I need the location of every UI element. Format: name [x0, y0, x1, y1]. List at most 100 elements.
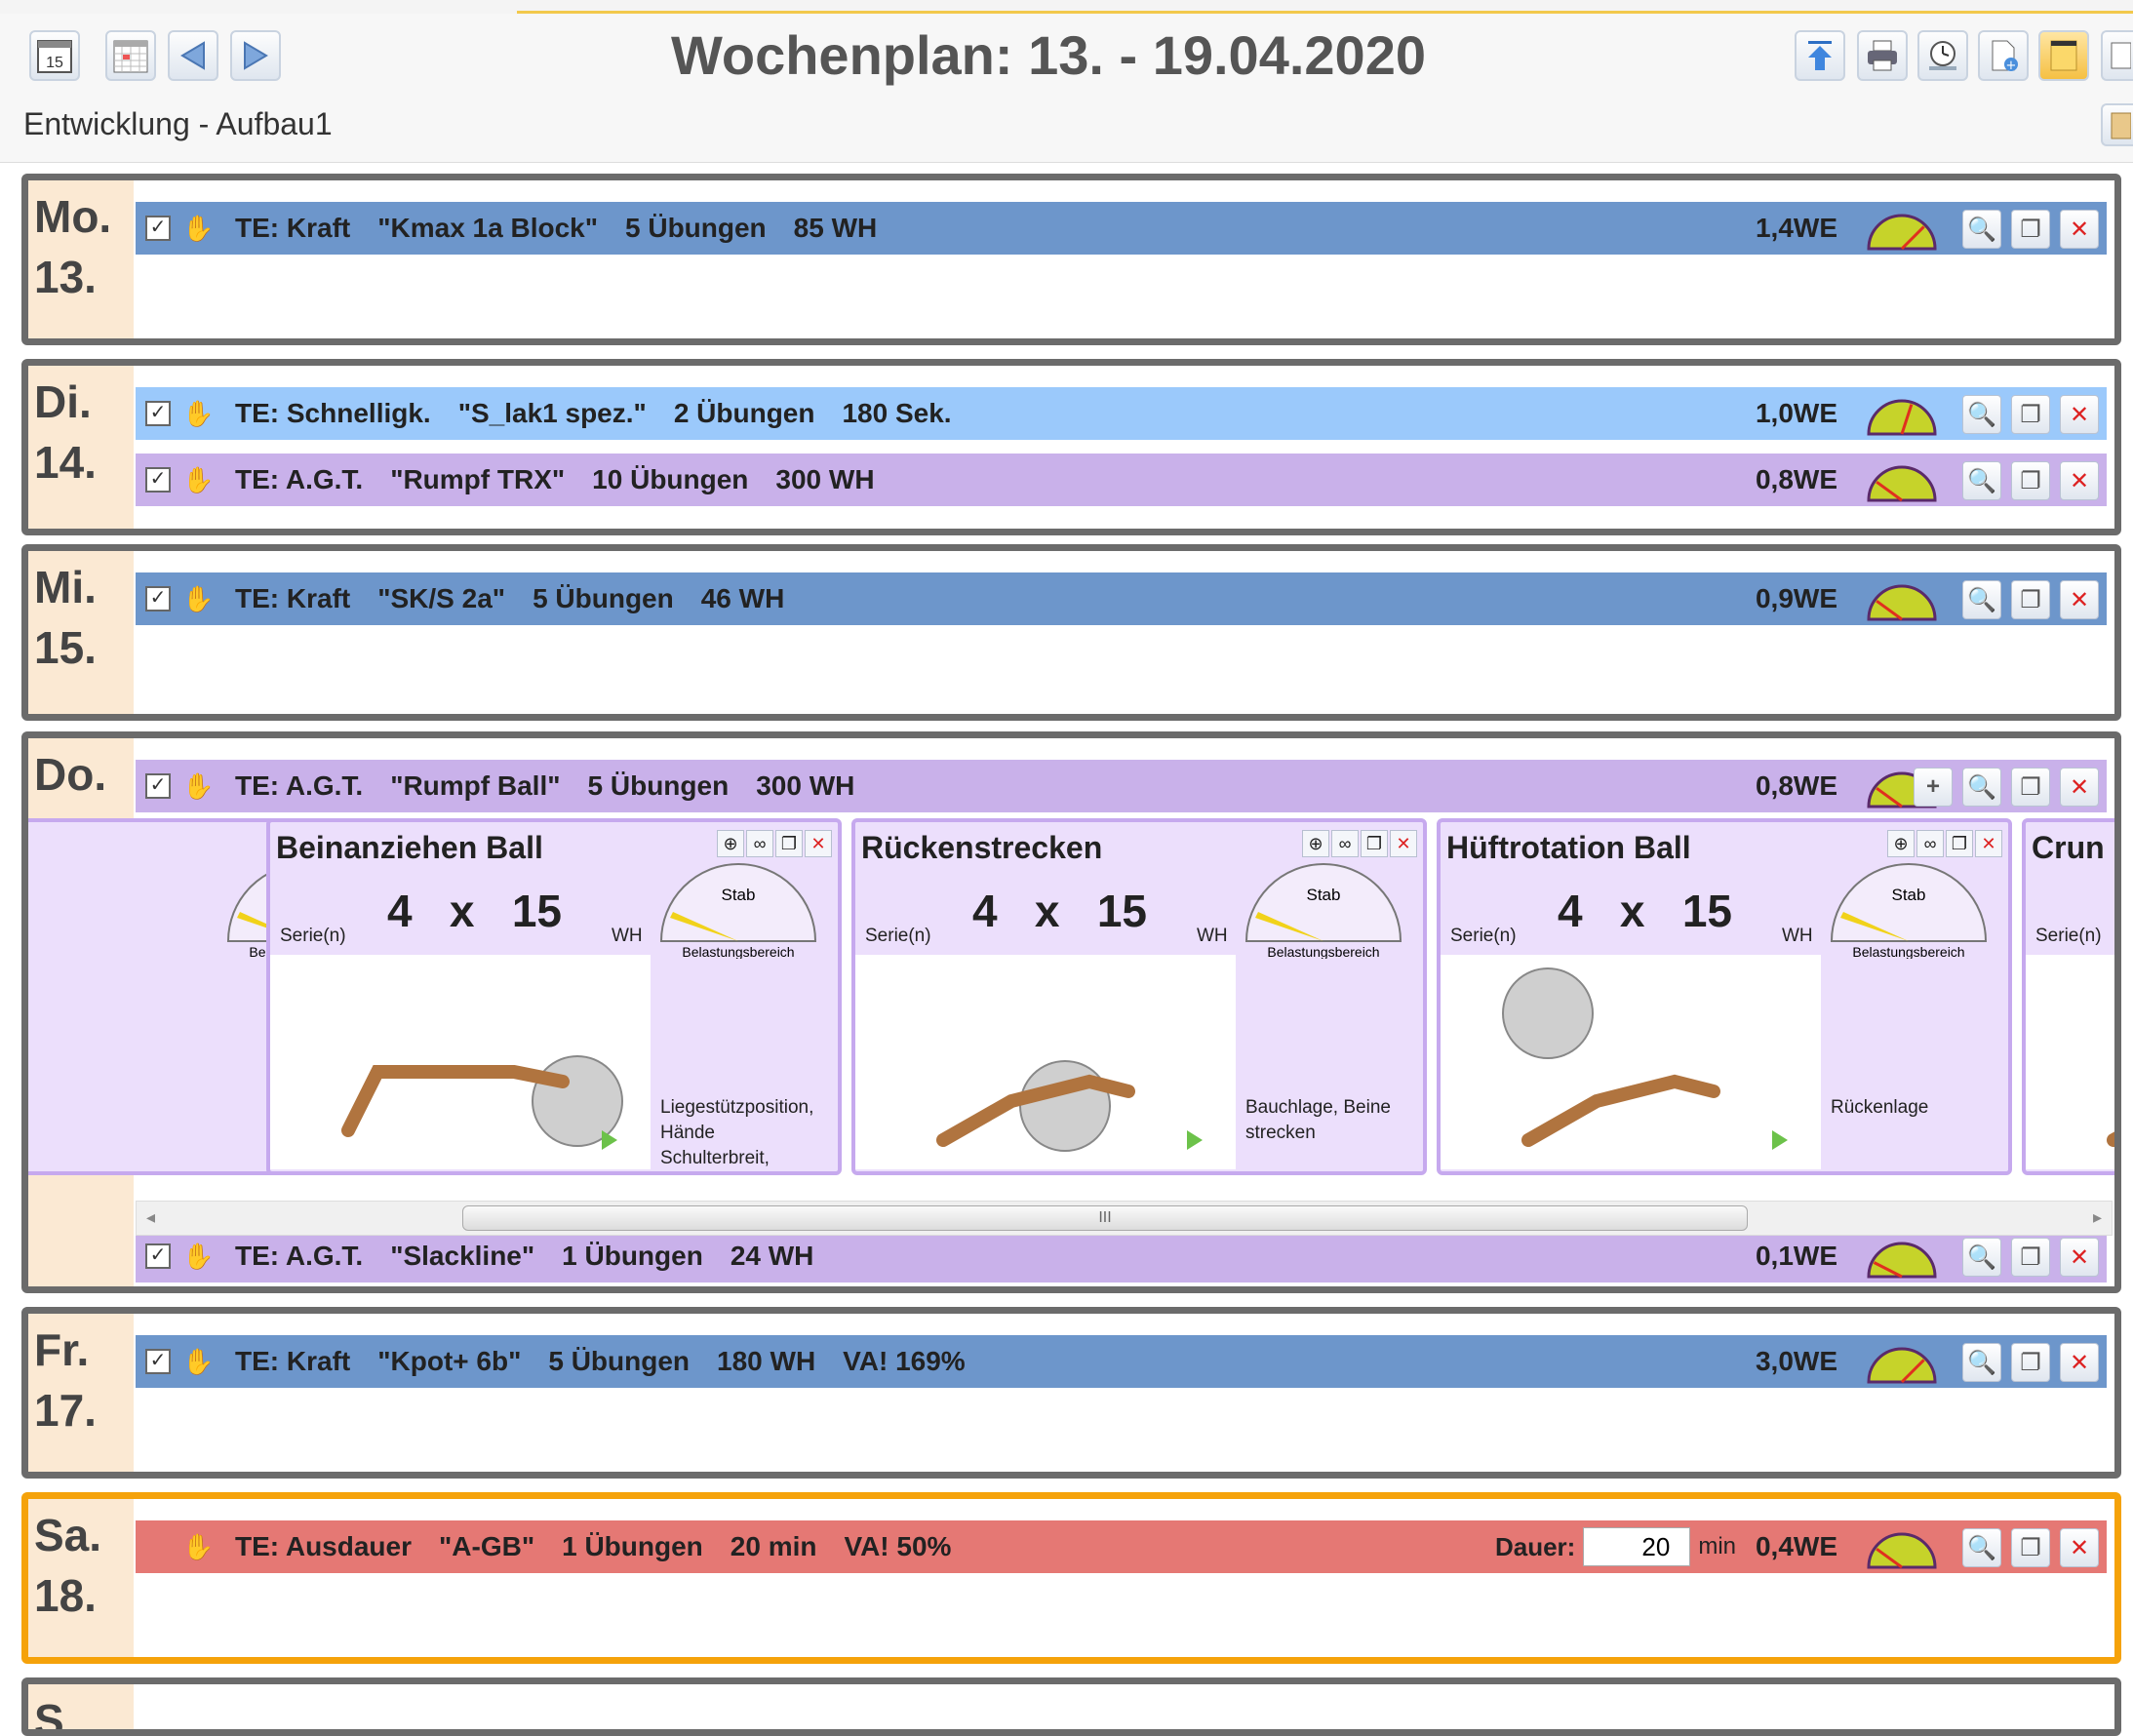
training-unit-bar[interactable]: ✓ ✋ TE: Schnelligk. "S_lak1 spez." 2 Übungen…: [136, 387, 2107, 440]
close-icon[interactable]: ✕: [1975, 830, 2002, 857]
zoom-in-icon[interactable]: ⊕: [1302, 830, 1329, 857]
month-calendar-button[interactable]: [105, 30, 156, 81]
exercise-card[interactable]: Beinanziehen Ball ⊕ ∞ ❐ ✕ Serie(n) 4 x 15 WH Sta…: [266, 818, 842, 1175]
scroll-right-icon[interactable]: ▸: [2093, 1207, 2102, 1228]
zoom-in-icon[interactable]: ⊕: [717, 830, 744, 857]
unit-checkbox[interactable]: ✓: [145, 1349, 171, 1374]
copy-button[interactable]: ❐: [2011, 461, 2050, 500]
training-unit-bar[interactable]: ✓ ✋ TE: Kraft "Kpot+ 6b" 5 Übungen 180 WH VA! …: [136, 1335, 2107, 1388]
notes-button[interactable]: [2038, 30, 2089, 81]
next-week-button[interactable]: [230, 30, 281, 81]
magnifier-icon: 🔍: [1967, 401, 1996, 428]
unit-checkbox[interactable]: ✓: [145, 586, 171, 612]
search-button[interactable]: 🔍: [1962, 580, 2001, 619]
magnifier-icon: 🔍: [1967, 1243, 1996, 1271]
unit-volume: 85 WH: [793, 213, 878, 243]
add-exercise-button[interactable]: +: [1914, 768, 1953, 807]
upload-button[interactable]: [1795, 30, 1845, 81]
binoculars-icon[interactable]: ∞: [746, 830, 773, 857]
delete-button[interactable]: ✕: [2060, 1528, 2099, 1567]
today-calendar-button[interactable]: 15: [29, 30, 80, 81]
duration-input[interactable]: [1583, 1527, 1691, 1566]
delete-button[interactable]: ✕: [2060, 1343, 2099, 1382]
copy-button[interactable]: ❐: [2011, 1528, 2050, 1567]
drag-hand-icon[interactable]: ✋: [182, 1532, 214, 1562]
copy-button[interactable]: ❐: [2011, 580, 2050, 619]
training-unit-bar[interactable]: ✓ ✋ TE: A.G.T. "Slackline" 1 Übungen 24 WH 0,1…: [136, 1230, 2107, 1282]
previous-week-button[interactable]: [168, 30, 218, 81]
drag-hand-icon[interactable]: ✋: [182, 214, 214, 244]
scroll-left-icon[interactable]: ◂: [146, 1207, 155, 1228]
drag-hand-icon[interactable]: ✋: [182, 399, 214, 429]
unit-checkbox[interactable]: ✓: [145, 216, 171, 241]
unit-load-we: 0,1WE: [1755, 1241, 1837, 1271]
reps-unit: WH: [1782, 926, 1813, 946]
drag-hand-icon[interactable]: ✋: [182, 771, 214, 802]
close-icon[interactable]: ✕: [805, 830, 832, 857]
time-button[interactable]: [1917, 30, 1968, 81]
exercise-name: Hüftrotation Ball: [1446, 830, 1691, 865]
copy-button[interactable]: ❐: [2011, 1343, 2050, 1382]
training-unit-bar[interactable]: ✓ ✋ TE: Kraft "SK/S 2a" 5 Übungen 46 WH 0,9WE 🔍…: [136, 572, 2107, 625]
delete-button[interactable]: ✕: [2060, 210, 2099, 249]
page-title: Wochenplan: 13. - 19.04.2020: [671, 24, 1426, 86]
day-box: Mo. 13. ✓ ✋ TE: Kraft "Kmax 1a Block" 5 Übunge…: [21, 174, 2121, 345]
binoculars-icon[interactable]: ∞: [1331, 830, 1359, 857]
training-unit-bar[interactable]: ✓ ✋ TE: A.G.T. "Rumpf TRX" 10 Übungen 300 WH 0…: [136, 454, 2107, 506]
copy-week-button[interactable]: [2101, 30, 2133, 81]
search-button[interactable]: 🔍: [1962, 768, 2001, 807]
copy-icon[interactable]: ❐: [1946, 830, 1973, 857]
copy-button[interactable]: ❐: [2011, 210, 2050, 249]
delete-button[interactable]: ✕: [2060, 395, 2099, 434]
copy-button[interactable]: ❐: [2011, 768, 2050, 807]
copy-button[interactable]: ❐: [2011, 395, 2050, 434]
search-button[interactable]: 🔍: [1962, 461, 2001, 500]
unit-checkbox[interactable]: ✓: [145, 467, 171, 493]
drag-hand-icon[interactable]: ✋: [182, 1347, 214, 1377]
delete-button[interactable]: ✕: [2060, 1238, 2099, 1277]
drag-hand-icon[interactable]: ✋: [182, 584, 214, 614]
delete-button[interactable]: ✕: [2060, 461, 2099, 500]
drag-hand-icon[interactable]: ✋: [182, 465, 214, 495]
horizontal-scrollbar[interactable]: ◂ III ▸: [136, 1201, 2113, 1236]
search-button[interactable]: 🔍: [1962, 395, 2001, 434]
training-unit-bar[interactable]: ✋ TE: Ausdauer "A-GB" 1 Übungen 20 min VA! 50…: [136, 1520, 2107, 1573]
training-unit-bar[interactable]: ✓ ✋ TE: Kraft "Kmax 1a Block" 5 Übungen 85 WH…: [136, 202, 2107, 255]
close-icon[interactable]: ✕: [1390, 830, 1417, 857]
svg-text:15: 15: [46, 55, 63, 71]
copy-icon[interactable]: ❐: [1361, 830, 1388, 857]
day-box: Sa. 18. ✋ TE: Ausdauer "A-GB" 1 Übungen 20 min…: [21, 1492, 2121, 1664]
copy-icon: ❐: [2020, 1243, 2041, 1271]
exercise-card[interactable]: Rückenstrecken ⊕ ∞ ❐ ✕ Serie(n) 4 x 15 WH Stab Be…: [851, 818, 1427, 1175]
scrollbar-thumb[interactable]: III: [462, 1205, 1748, 1231]
calendar-grid-icon: [113, 40, 148, 73]
day-date: 13.: [34, 252, 97, 302]
copy-button[interactable]: ❐: [2011, 1238, 2050, 1277]
day-abbr: S: [34, 1695, 64, 1736]
unit-checkbox[interactable]: ✓: [145, 401, 171, 426]
exercise-card[interactable]: Hüftrotation Ball ⊕ ∞ ❐ ✕ Serie(n) 4 x 15 WH Sta…: [1437, 818, 2012, 1175]
close-icon: ✕: [2069, 773, 2090, 801]
drag-hand-icon[interactable]: ✋: [182, 1242, 214, 1272]
unit-exercise-count: 5 Übungen: [533, 583, 674, 613]
zoom-in-icon[interactable]: ⊕: [1887, 830, 1915, 857]
search-button[interactable]: 🔍: [1962, 1238, 2001, 1277]
unit-checkbox[interactable]: ✓: [145, 773, 171, 799]
search-button[interactable]: 🔍: [1962, 1528, 2001, 1567]
delete-button[interactable]: ✕: [2060, 580, 2099, 619]
search-button[interactable]: 🔍: [1962, 1343, 2001, 1382]
print-button[interactable]: [1857, 30, 1908, 81]
copy-icon[interactable]: ❐: [775, 830, 803, 857]
unit-name: "Slackline": [390, 1241, 535, 1271]
series-label: Serie(n): [2035, 926, 2102, 946]
unit-checkbox[interactable]: ✓: [145, 1243, 171, 1269]
copy-icon: ❐: [2020, 586, 2041, 613]
training-unit-bar[interactable]: ✓ ✋ TE: A.G.T. "Rumpf Ball" 5 Übungen 300 WH 0…: [136, 760, 2107, 812]
search-button[interactable]: 🔍: [1962, 210, 2001, 249]
day-abbr: Fr.: [34, 1324, 90, 1375]
delete-button[interactable]: ✕: [2060, 768, 2099, 807]
paste-button[interactable]: [2101, 103, 2133, 146]
new-document-button[interactable]: +: [1978, 30, 2029, 81]
binoculars-icon[interactable]: ∞: [1916, 830, 1944, 857]
exercise-card[interactable]: Crun⊕∞❐✕Serie(n): [2022, 818, 2114, 1175]
